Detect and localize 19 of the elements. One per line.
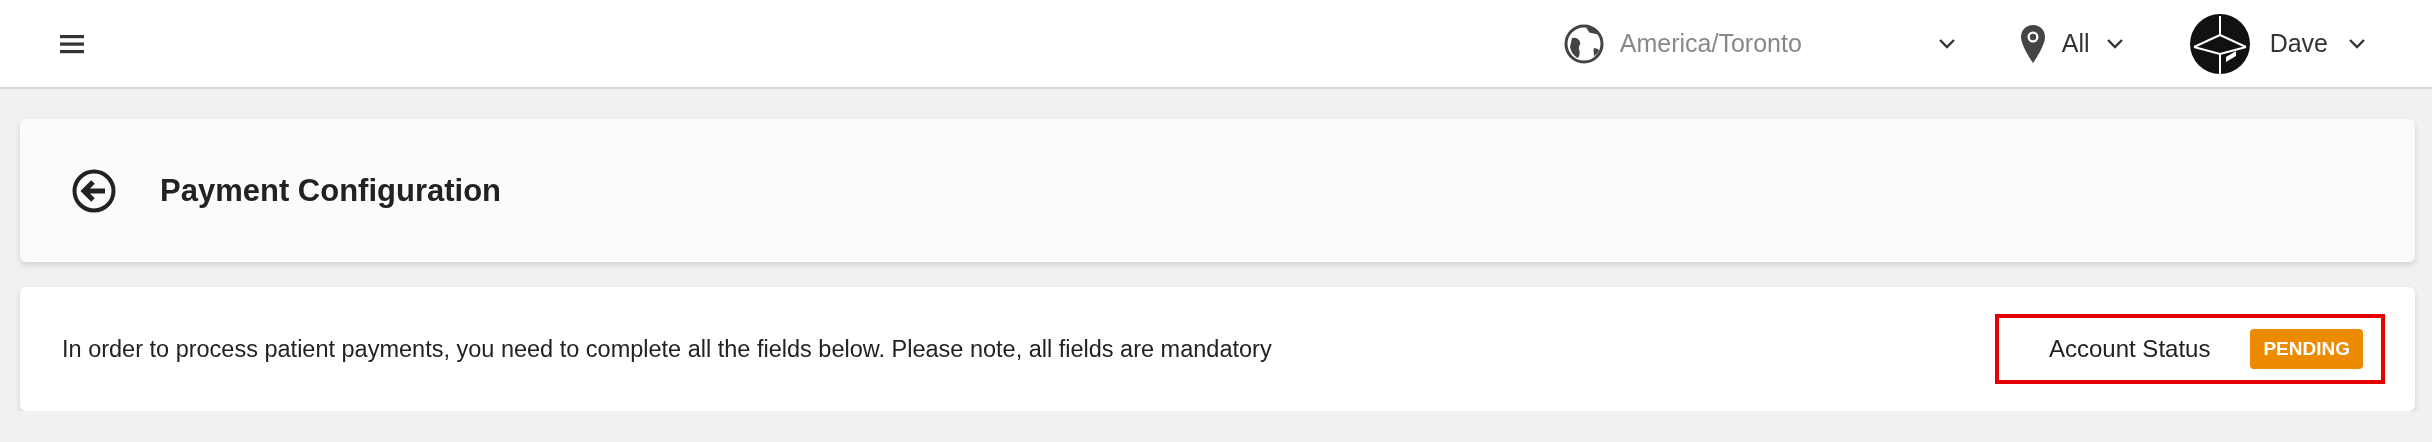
location-pin-icon: [2019, 23, 2046, 64]
back-button[interactable]: [72, 168, 116, 213]
status-badge: PENDING: [2250, 329, 2363, 369]
menu-icon: [60, 33, 84, 54]
timezone-text: America/Toronto: [1619, 29, 1803, 58]
chevron-down-icon: [1937, 38, 1956, 49]
globe-icon: [1563, 23, 1604, 64]
chevron-down-icon: [2348, 38, 2366, 49]
user-menu[interactable]: Dave: [2189, 13, 2366, 74]
avatar-icon: [2189, 13, 2250, 74]
location-text: All: [2061, 29, 2090, 58]
notice-text: In order to process patient payments, you need to complete all the fields below. Please note, all fields are mandatory: [62, 335, 1272, 363]
timezone-dropdown[interactable]: America/Toronto: [1563, 23, 1956, 64]
location-dropdown[interactable]: All: [2019, 23, 2124, 64]
menu-button[interactable]: [60, 33, 84, 54]
chevron-down-icon: [2105, 38, 2124, 49]
page-title: Payment Configuration: [160, 172, 501, 209]
user-name: Dave: [2269, 29, 2328, 58]
account-status-label: Account Status: [2049, 335, 2211, 363]
